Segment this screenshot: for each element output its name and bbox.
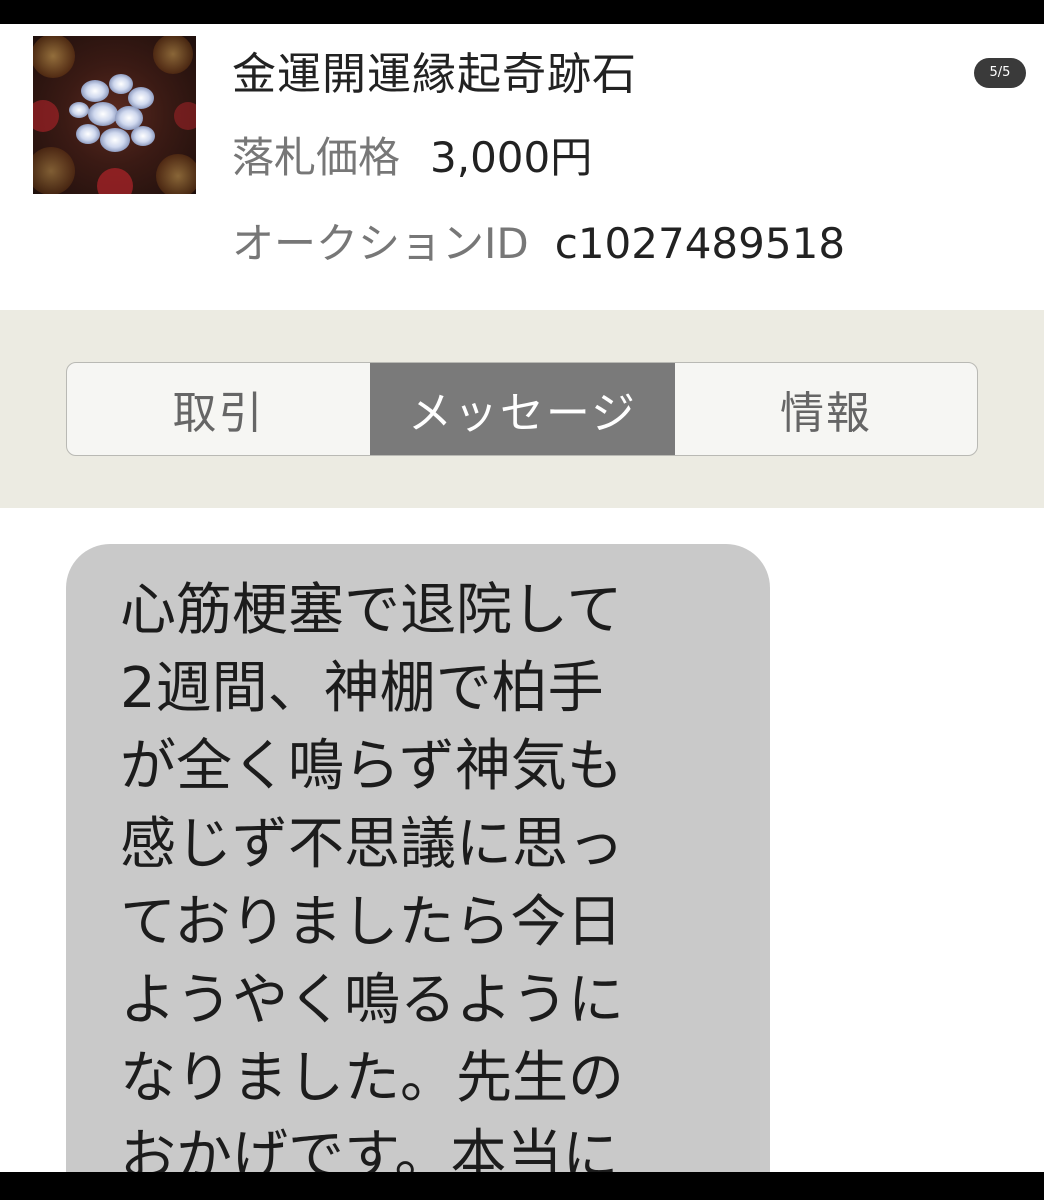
tab-area: 取引 メッセージ 情報 xyxy=(0,310,1044,508)
tab-transaction[interactable]: 取引 xyxy=(67,363,370,455)
tab-bar: 取引 メッセージ 情報 xyxy=(66,362,978,456)
price-row: 落札価格 3,000円 xyxy=(232,124,592,185)
tab-info[interactable]: 情報 xyxy=(675,363,977,455)
message-area: 心筋梗塞で退院して 2週間、神棚で柏手 が全く鳴らず神気も 感じず不思議に思っ … xyxy=(0,508,1044,1172)
page-indicator-badge: 5/5 xyxy=(974,58,1026,88)
status-bar xyxy=(0,0,1044,24)
auction-id-row: オークションID c1027489518 xyxy=(232,210,845,271)
message-line: なりました。先生の xyxy=(120,1046,624,1111)
message-bubble: 心筋梗塞で退院して 2週間、神棚で柏手 が全く鳴らず神気も 感じず不思議に思っ … xyxy=(66,544,770,1172)
message-line: が全く鳴らず神気も xyxy=(120,734,623,799)
app-screen: 金運開運縁起奇跡石 5/5 落札価格 3,000円 オークションID c102748… xyxy=(0,24,1044,1172)
price-value: 3,000円 xyxy=(430,133,593,182)
tab-message[interactable]: メッセージ xyxy=(370,363,675,455)
item-header: 金運開運縁起奇跡石 5/5 落札価格 3,000円 オークションID c102748… xyxy=(0,24,1044,310)
navigation-bar xyxy=(0,1172,1044,1200)
auction-id-label: オークションID xyxy=(232,219,529,268)
message-line: ようやく鳴るように xyxy=(120,968,624,1033)
message-line: ておりましたら今日 xyxy=(120,890,623,955)
message-line: 2週間、神棚で柏手 xyxy=(120,656,604,721)
item-thumbnail[interactable] xyxy=(33,36,196,194)
message-text: 心筋梗塞で退院して 2週間、神棚で柏手 が全く鳴らず神気も 感じず不思議に思っ … xyxy=(120,572,720,1172)
item-title: 金運開運縁起奇跡石 xyxy=(232,49,637,100)
message-line: 感じず不思議に思っ xyxy=(120,812,624,877)
auction-id-value: c1027489518 xyxy=(554,219,846,268)
price-label: 落札価格 xyxy=(232,133,401,182)
message-line: 心筋梗塞で退院して xyxy=(120,578,623,643)
message-line: おかげです。本当に xyxy=(120,1124,619,1172)
gemstone-photo-icon xyxy=(33,36,196,194)
